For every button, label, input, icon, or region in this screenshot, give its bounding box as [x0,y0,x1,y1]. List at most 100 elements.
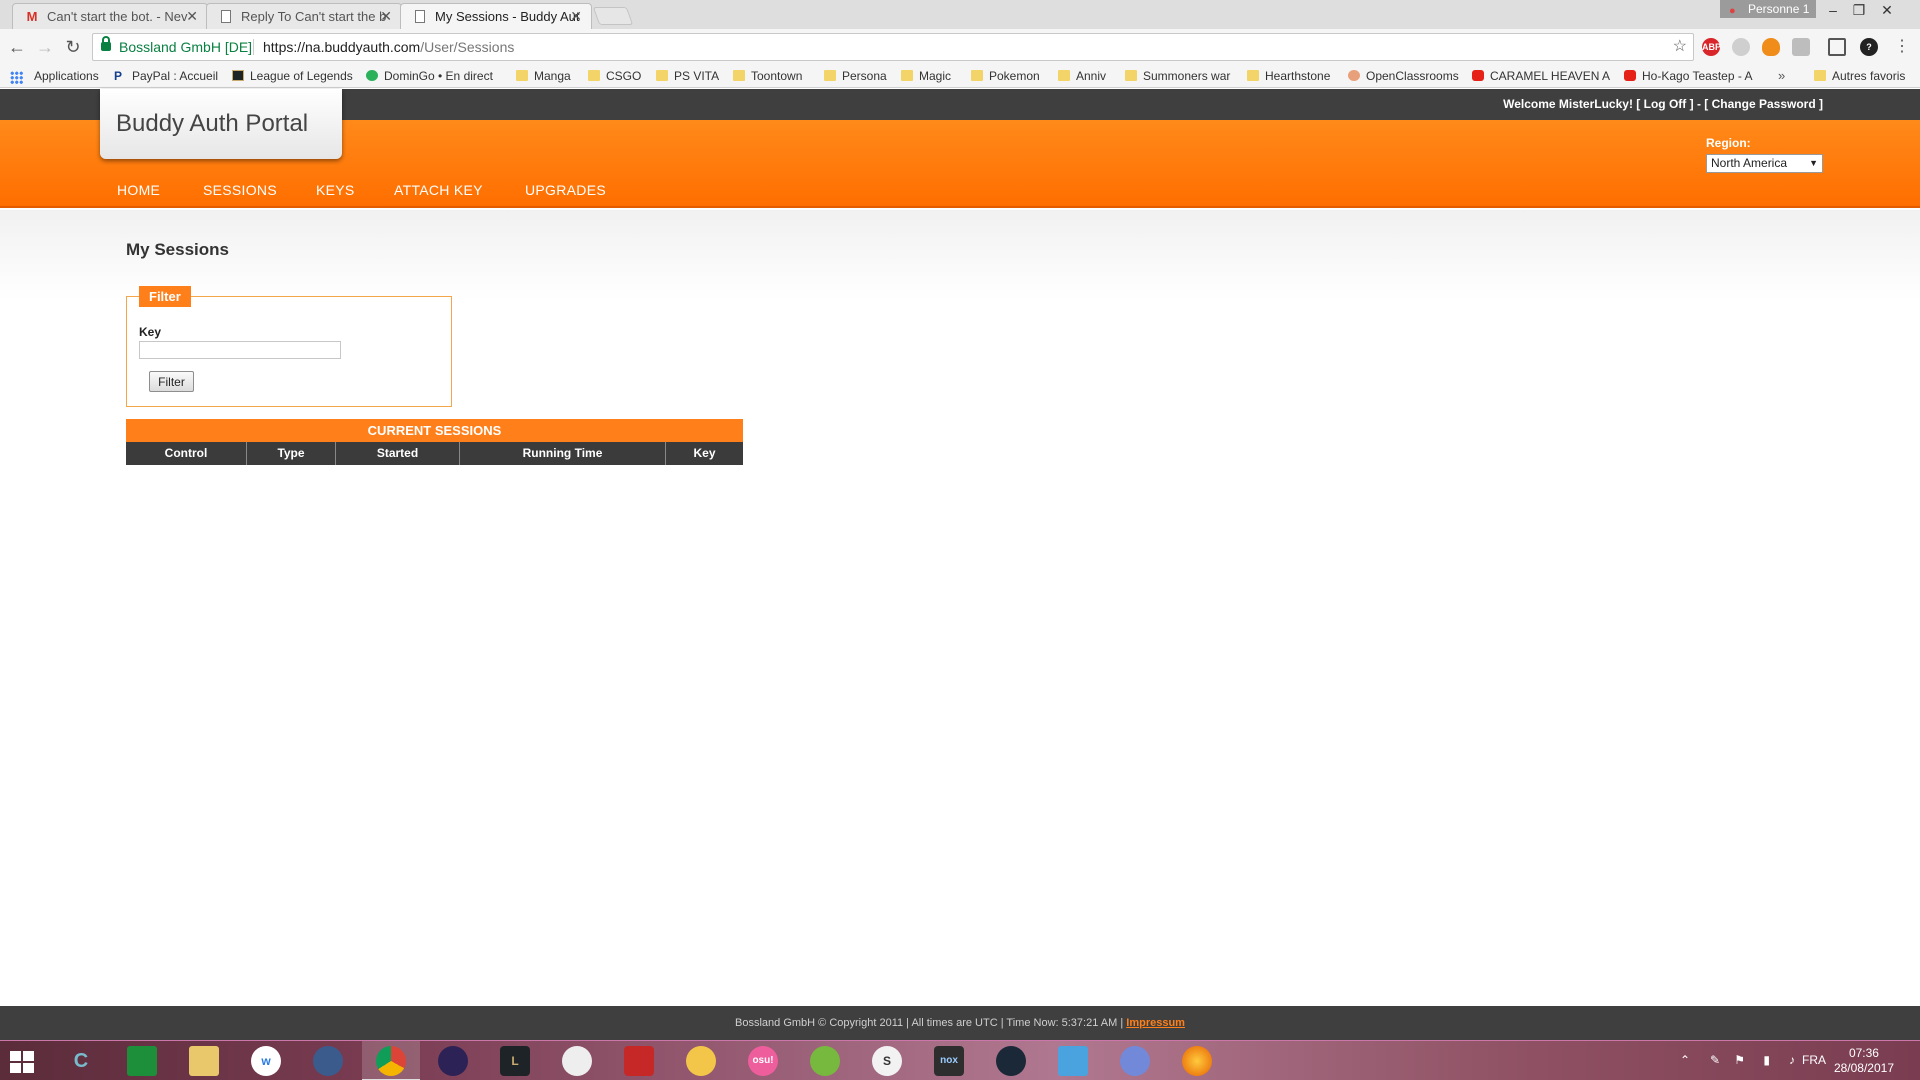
filter-button[interactable]: Filter [149,371,194,392]
bookmark-caramel-heaven[interactable]: CARAMEL HEAVEN A [1472,65,1610,87]
tray-flag-icon[interactable]: ⚑ [1734,1053,1745,1067]
lol-client-icon[interactable]: L [500,1046,530,1076]
restore-icon[interactable]: ❐ [1846,0,1872,20]
region-select[interactable]: North America ▼ [1706,154,1823,173]
nav-attach-key[interactable]: ATTACH KEY [394,182,483,198]
app-w-icon[interactable]: w [251,1046,281,1076]
bookmark-label: PS VITA [674,69,720,83]
minimize-icon[interactable]: – [1820,0,1846,20]
bookmark-label: League of Legends [250,69,353,83]
nox-icon[interactable]: nox [934,1046,964,1076]
app-green-icon[interactable] [810,1046,840,1076]
windows-start-icon[interactable] [10,1051,34,1073]
reload-icon[interactable]: ↻ [61,35,85,59]
folder-icon [588,70,600,81]
bookmark-domingo[interactable]: DominGo • En direct [366,65,493,87]
close-icon[interactable]: ✕ [380,4,392,29]
firefox-icon[interactable] [1182,1046,1212,1076]
profile-button[interactable]: ● Personne 1 [1720,0,1816,18]
adblock-icon[interactable]: ABP [1702,38,1721,56]
tray-volume-icon[interactable]: ♪ [1789,1053,1795,1067]
bookmarks-overflow-chevron[interactable]: » [1778,65,1785,87]
nav-home[interactable]: HOME [117,182,160,198]
close-icon[interactable]: ✕ [570,4,582,29]
bookmark-star-icon[interactable]: ☆ [1673,34,1687,60]
bookmark-csgo[interactable]: CSGO [588,65,641,87]
nav-sessions[interactable]: SESSIONS [203,182,277,198]
browser-tab-gmail[interactable]: M Can't start the bot. - Nev ✕ [12,3,208,29]
input-language[interactable]: FRA [1802,1053,1826,1067]
cast-icon[interactable] [1828,38,1846,56]
tray-network-icon[interactable]: ▮ [1763,1053,1770,1067]
folder-icon [516,70,528,81]
log-off-link[interactable]: Log Off [1644,97,1687,111]
help-extension-icon[interactable]: ? [1860,38,1878,56]
bookmark-anniv[interactable]: Anniv [1058,65,1106,87]
app-s-icon[interactable]: S [872,1046,902,1076]
ccleaner-icon[interactable]: C [66,1046,96,1076]
app-stopwatch-icon[interactable] [686,1046,716,1076]
bookmark-summoners-war[interactable]: Summoners war [1125,65,1230,87]
steam-icon[interactable] [996,1046,1026,1076]
browser-tab-reply[interactable]: Reply To Can't start the b ✕ [206,3,402,29]
domingo-icon [366,70,378,81]
bookmark-label: Ho-Kago Teastep - A [1642,69,1753,83]
close-icon[interactable]: ✕ [186,4,198,29]
system-tray: ⌃ ✎ ⚑ ▮ ♪ FRA 07:36 28/08/2017 [1660,1041,1920,1080]
url-path: /User/Sessions [420,39,515,55]
bookmark-other-favorites[interactable]: Autres favoris [1814,65,1905,87]
nav-keys[interactable]: KEYS [316,182,355,198]
tray-expand-icon[interactable]: ⌃ [1680,1053,1690,1067]
bookmark-openclassrooms[interactable]: OpenClassrooms [1348,65,1459,87]
flame-extension-icon[interactable] [1762,38,1780,56]
bookmark-persona[interactable]: Persona [824,65,887,87]
new-tab-button[interactable] [592,7,634,25]
extension-icon[interactable] [1792,38,1810,56]
welcome-separator: ] - [ [1689,97,1709,111]
keyboard-icon[interactable] [1058,1046,1088,1076]
back-arrow-icon[interactable]: ← [5,35,29,59]
site-logo[interactable]: Buddy Auth Portal [100,89,342,159]
bookmark-pokemon[interactable]: Pokemon [971,65,1040,87]
bookmark-league-of-legends[interactable]: League of Legends [232,65,353,87]
change-password-link[interactable]: Change Password [1712,97,1816,111]
bookmark-label: Pokemon [989,69,1040,83]
app-helmet-icon[interactable] [562,1046,592,1076]
eclipse-icon[interactable] [438,1046,468,1076]
bookmark-ps-vita[interactable]: PS VITA [656,65,719,87]
app-red-icon[interactable] [624,1046,654,1076]
bookmark-label: DominGo • En direct [384,69,493,83]
bookmark-manga[interactable]: Manga [516,65,571,87]
browser-toolbar: ← → ↻ Bossland GmbH [DE] https://na.budd… [0,29,1920,65]
bookmark-hearthstone[interactable]: Hearthstone [1247,65,1330,87]
forward-arrow-icon[interactable]: → [33,35,57,59]
url-host: https://na.buddyauth.com [263,39,421,55]
file-explorer-icon[interactable] [189,1046,219,1076]
browser-tab-my-sessions[interactable]: My Sessions - Buddy Aut ✕ [400,3,592,30]
discord-icon[interactable] [1120,1046,1150,1076]
chrome-icon[interactable] [376,1046,406,1076]
nav-upgrades[interactable]: UPGRADES [525,182,606,198]
osu-icon[interactable]: osu! [748,1046,778,1076]
store-icon[interactable] [127,1046,157,1076]
close-window-icon[interactable]: ✕ [1874,0,1900,20]
cloud-icon[interactable] [1732,38,1750,56]
bookmark-applications[interactable]: Applications [16,65,99,87]
bookmark-magic[interactable]: Magic [901,65,951,87]
bookmark-toontown[interactable]: Toontown [733,65,802,87]
address-bar[interactable]: Bossland GmbH [DE] https://na.buddyauth.… [92,33,1694,61]
tray-pen-icon[interactable]: ✎ [1710,1053,1720,1067]
impressum-link[interactable]: Impressum [1126,1017,1185,1029]
bookmark-ho-kago-teastep[interactable]: Ho-Kago Teastep - A [1624,65,1753,87]
region-label: Region: [1706,136,1751,150]
app-moon-icon[interactable] [313,1046,343,1076]
key-label: Key [139,325,162,339]
clock[interactable]: 07:36 28/08/2017 [1834,1046,1894,1076]
page-content: My Sessions Filter Key Filter CURRENT SE… [0,210,1920,1006]
bookmark-label: OpenClassrooms [1366,69,1459,83]
lol-icon [232,70,244,81]
bookmark-label: CARAMEL HEAVEN A [1490,69,1611,83]
key-input[interactable] [139,341,341,359]
bookmark-paypal[interactable]: P PayPal : Accueil [114,65,218,87]
menu-kebab-icon[interactable]: ⋮ [1890,35,1914,59]
